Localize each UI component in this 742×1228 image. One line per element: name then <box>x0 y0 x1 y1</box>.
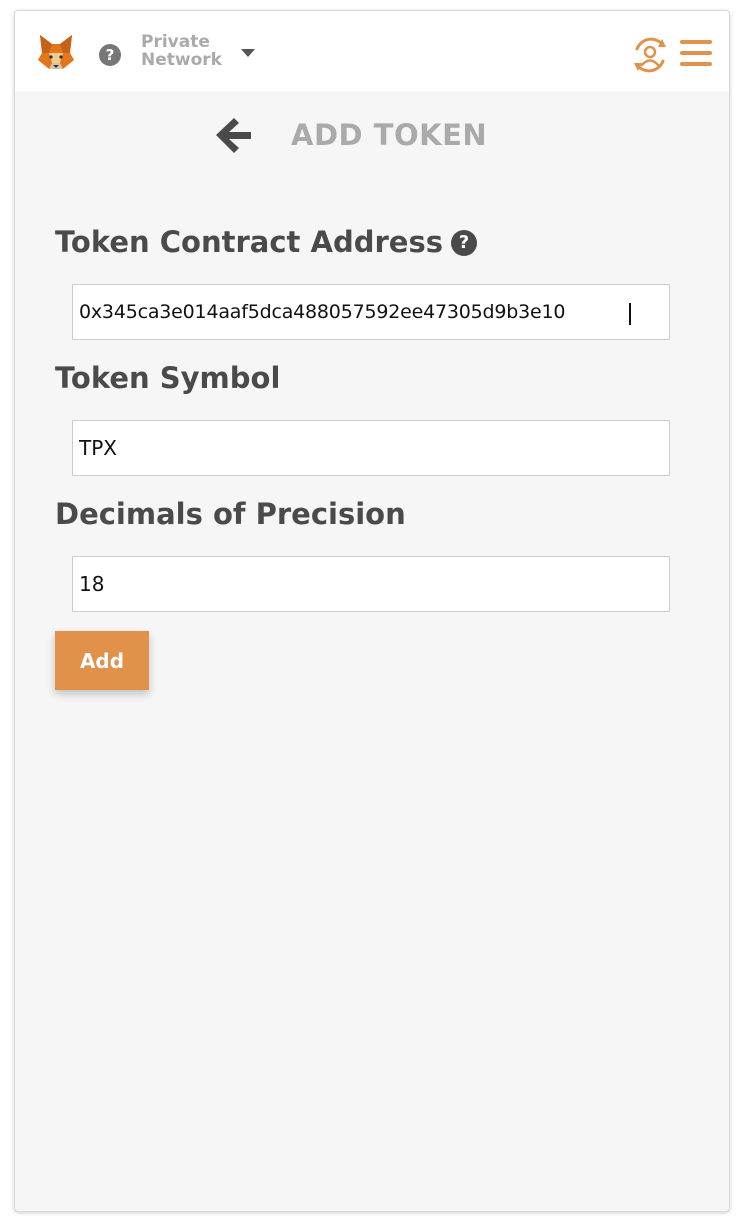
question-circle-icon[interactable]: ? <box>451 230 477 256</box>
add-button[interactable]: Add <box>55 631 149 690</box>
caret-down-icon <box>241 49 255 57</box>
token-symbol-label: Token Symbol <box>55 361 281 395</box>
top-bar: ? Private Network <box>15 11 729 91</box>
hamburger-menu-icon[interactable] <box>680 40 714 68</box>
decimals-of-precision-input[interactable] <box>72 556 670 612</box>
decimals-of-precision-label: Decimals of Precision <box>55 497 406 531</box>
page-title: ADD TOKEN <box>291 118 488 152</box>
network-selector[interactable]: Private Network <box>141 33 261 73</box>
metamask-fox-icon[interactable] <box>37 33 75 71</box>
token-contract-address-input[interactable] <box>72 284 670 340</box>
help-icon[interactable]: ? <box>99 44 121 66</box>
token-contract-address-label: Token Contract Address <box>55 225 443 259</box>
text-cursor <box>629 303 631 325</box>
arrow-left-icon[interactable] <box>214 115 254 155</box>
network-label: Private Network <box>141 32 222 70</box>
token-symbol-input[interactable] <box>72 420 670 476</box>
extension-popup: ? Private Network ADD TOKEN Token Contra… <box>14 10 730 1212</box>
account-switch-icon[interactable] <box>629 35 671 75</box>
